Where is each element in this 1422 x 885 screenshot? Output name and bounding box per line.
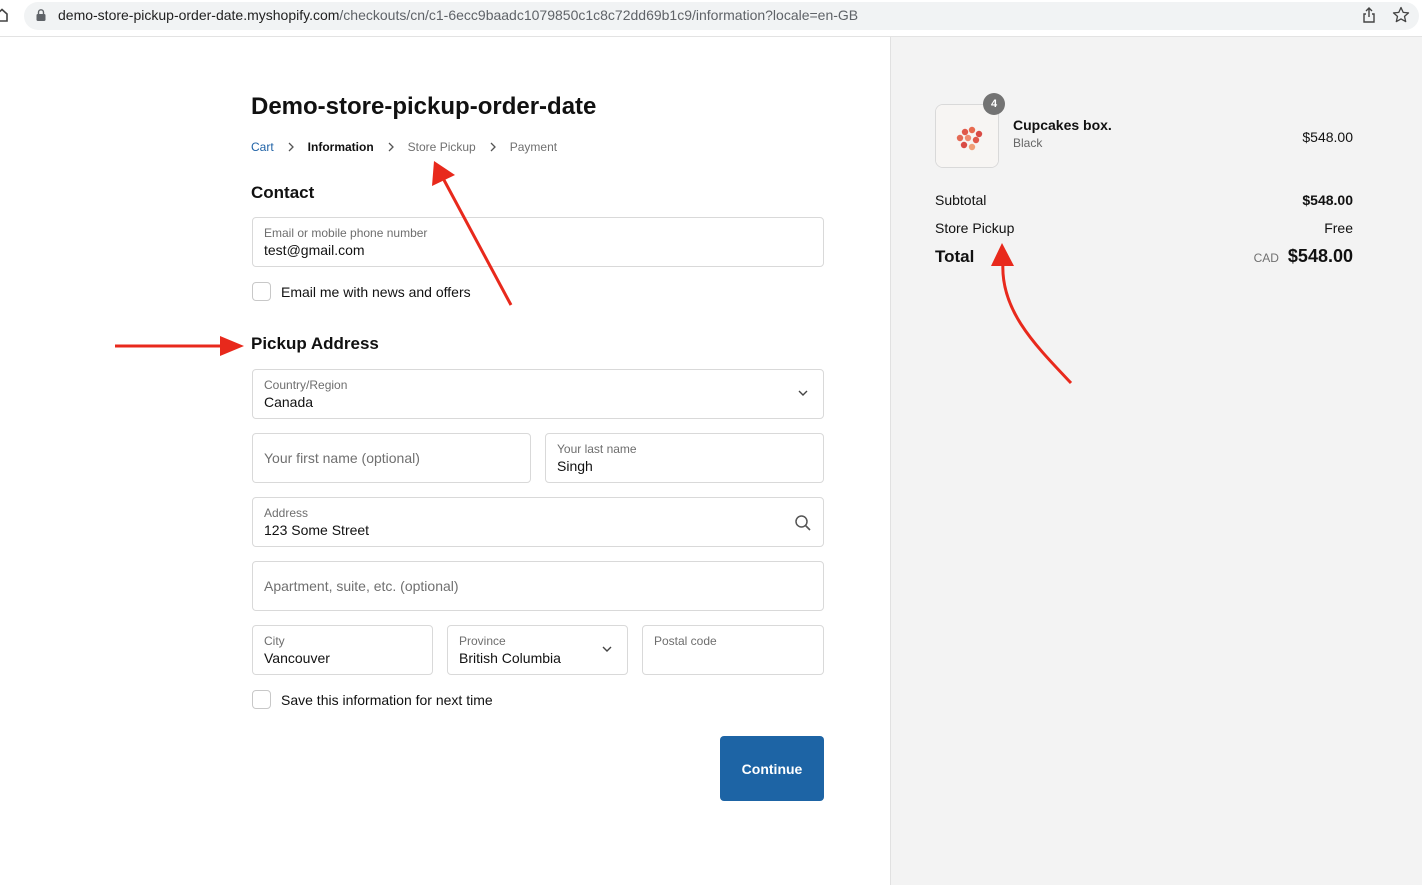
city-value: Vancouver — [264, 650, 330, 666]
apartment-placeholder: Apartment, suite, etc. (optional) — [264, 578, 459, 594]
order-summary: 4 Cupcakes box. Black $548.00 Subtotal $… — [890, 37, 1422, 885]
address-label: Address — [264, 506, 309, 520]
chevron-right-icon — [490, 142, 496, 152]
breadcrumb-store-pickup: Store Pickup — [407, 140, 476, 154]
checkout-main: Demo-store-pickup-order-date Cart Inform… — [0, 37, 890, 885]
province-select[interactable]: Province British Columbia — [447, 625, 628, 675]
shipping-value: Free — [1324, 220, 1353, 236]
country-select-label: Country/Region — [264, 378, 348, 392]
email-field-value: test@gmail.com — [264, 242, 365, 258]
lock-icon[interactable] — [36, 9, 46, 21]
province-label: Province — [459, 634, 506, 648]
shipping-label: Store Pickup — [935, 220, 1015, 236]
first-name-placeholder: Your first name (optional) — [264, 450, 420, 466]
save-info-option[interactable]: Save this information for next time — [252, 690, 493, 709]
breadcrumb-information: Information — [307, 140, 374, 154]
total-value: $548.00 — [1287, 246, 1353, 266]
contact-heading: Contact — [251, 183, 315, 202]
url-host: demo-store-pickup-order-date.myshopify.c… — [58, 7, 340, 23]
continue-button[interactable]: Continue — [720, 736, 824, 801]
country-select-value: Canada — [264, 394, 314, 410]
news-opt-in[interactable]: Email me with news and offers — [252, 282, 471, 301]
news-checkbox-label[interactable]: Email me with news and offers — [281, 284, 471, 300]
news-checkbox[interactable] — [252, 282, 271, 301]
currency-code: CAD — [1253, 251, 1279, 265]
browser-toolbar: demo-store-pickup-order-date.myshopify.c… — [0, 0, 1422, 37]
save-info-checkbox[interactable] — [252, 690, 271, 709]
first-name-field[interactable]: Your first name (optional) — [252, 433, 531, 483]
email-field[interactable]: Email or mobile phone number test@gmail.… — [252, 217, 824, 267]
subtotal-label: Subtotal — [935, 192, 987, 208]
province-value: British Columbia — [459, 650, 561, 666]
postal-code-field[interactable]: Postal code — [642, 625, 824, 675]
pickup-address-heading: Pickup Address — [251, 334, 379, 353]
shipping-row: Store Pickup Free — [935, 220, 1353, 236]
quantity-badge: 4 — [983, 93, 1005, 115]
breadcrumb-payment: Payment — [509, 140, 558, 154]
last-name-value: Singh — [557, 458, 593, 474]
address-field[interactable]: Address 123 Some Street — [252, 497, 824, 547]
address-value: 123 Some Street — [264, 522, 370, 538]
total-row: Total CAD $548.00 — [935, 246, 1353, 267]
subtotal-row: Subtotal $548.00 — [935, 192, 1353, 208]
url-path: /checkouts/cn/c1-6ecc9baadc1079850c1c8c7… — [339, 7, 859, 23]
city-label: City — [264, 634, 285, 648]
chevron-down-icon — [798, 390, 808, 396]
bookmark-star-icon[interactable] — [1392, 6, 1410, 24]
postal-code-label: Postal code — [654, 634, 717, 648]
last-name-field[interactable]: Your last name Singh — [545, 433, 824, 483]
product-name: Cupcakes box. — [1013, 117, 1112, 133]
chevron-down-icon — [602, 646, 612, 652]
breadcrumb: Cart Information Store Pickup Payment — [251, 140, 557, 154]
search-icon[interactable] — [794, 514, 812, 532]
city-field[interactable]: City Vancouver — [252, 625, 433, 675]
product-price: $548.00 — [1302, 129, 1353, 145]
subtotal-value: $548.00 — [1302, 192, 1353, 208]
country-select[interactable]: Country/Region Canada — [252, 369, 824, 419]
share-icon[interactable] — [1361, 7, 1377, 23]
breadcrumb-cart[interactable]: Cart — [251, 140, 274, 154]
url-text[interactable]: demo-store-pickup-order-date.myshopify.c… — [58, 7, 858, 23]
home-icon[interactable] — [0, 8, 8, 22]
email-field-label: Email or mobile phone number — [264, 226, 428, 240]
chevron-right-icon — [288, 142, 294, 152]
last-name-label: Your last name — [557, 442, 637, 456]
save-info-label[interactable]: Save this information for next time — [281, 692, 493, 708]
apartment-field[interactable]: Apartment, suite, etc. (optional) — [252, 561, 824, 611]
chevron-right-icon — [388, 142, 394, 152]
store-title[interactable]: Demo-store-pickup-order-date — [251, 93, 596, 121]
product-variant: Black — [1013, 136, 1043, 150]
total-label: Total — [935, 247, 975, 266]
